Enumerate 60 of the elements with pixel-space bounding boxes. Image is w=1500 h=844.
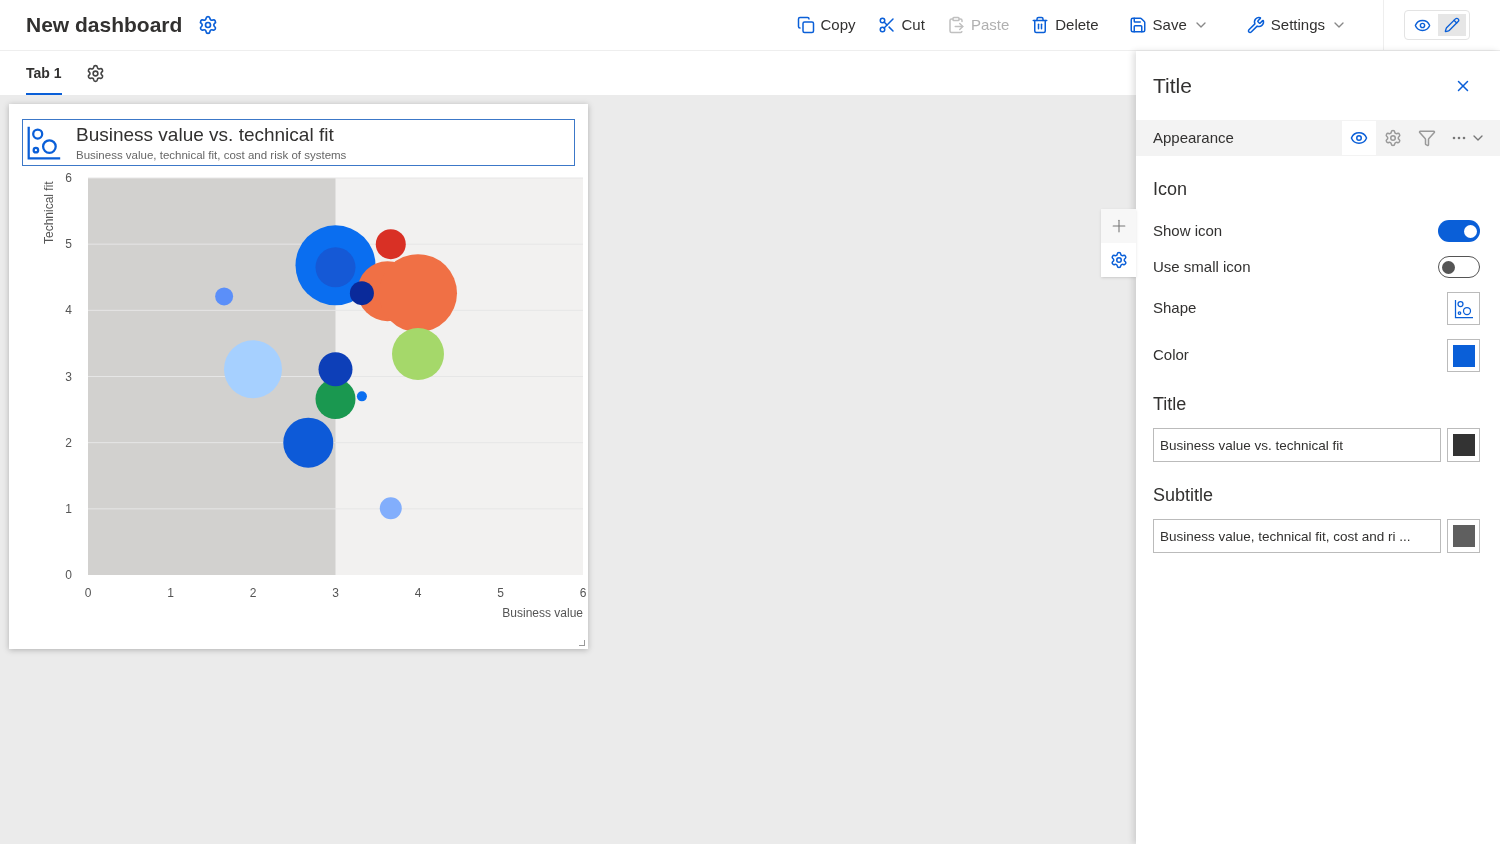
setting-label: Use small icon	[1153, 256, 1251, 277]
section-label: Appearance	[1153, 127, 1235, 148]
color-picker[interactable]	[1447, 428, 1480, 462]
x-tick-label: 0	[84, 586, 92, 600]
x-tick-label: 4	[414, 586, 422, 600]
y-tick-label: 1	[65, 501, 72, 516]
toolbar-button[interactable]: Delete	[1027, 13, 1103, 37]
text-field[interactable]: Business value vs. technical fit	[1153, 428, 1441, 462]
x-tick-label: 2	[249, 586, 257, 600]
wrench-icon	[1246, 16, 1265, 34]
y-tick-label: 3	[65, 369, 72, 384]
x-tick-label: 3	[332, 586, 339, 600]
card-title: Business value vs. technical fit	[76, 122, 335, 147]
filter-icon	[1418, 129, 1436, 147]
bubble-chart-icon	[26, 124, 62, 161]
settings-icon	[198, 15, 219, 35]
card-subtitle: Business value, technical fit, cost and risk of systems	[76, 147, 347, 163]
settings-icon	[1109, 251, 1128, 269]
edit-mode-button[interactable]	[1438, 14, 1466, 36]
x-axis-title: Business value	[502, 606, 583, 620]
color-picker[interactable]	[1447, 519, 1480, 553]
pencil-icon	[1444, 17, 1460, 33]
toolbar-button[interactable]: Save	[1124, 13, 1213, 37]
y-axis-title: Technical fit	[42, 181, 56, 244]
y-tick-label: 6	[65, 171, 72, 185]
toggle-switch[interactable]	[1438, 220, 1480, 242]
y-tick-label: 0	[65, 568, 72, 582]
text-field[interactable]: Business value, technical fit, cost and ri ...	[1153, 519, 1441, 553]
more-icon	[1452, 136, 1466, 140]
toolbar-button[interactable]: Settings	[1242, 13, 1351, 37]
x-tick-label: 5	[497, 586, 504, 600]
clipboard-icon	[946, 16, 965, 34]
group-heading: Title	[1153, 393, 1188, 416]
settings-icon	[1384, 129, 1402, 147]
y-tick-label: 2	[65, 435, 72, 450]
resize-handle[interactable]	[579, 640, 585, 646]
setting-label: Shape	[1153, 298, 1197, 319]
group-heading: Subtitle	[1153, 484, 1215, 507]
settings-icon	[85, 64, 105, 83]
dashboard-title: New dashboard	[26, 12, 183, 39]
eye-icon	[1350, 129, 1368, 147]
shape-picker[interactable]	[1447, 292, 1480, 325]
panel-title: Title	[1153, 72, 1192, 99]
toolbar-button[interactable]: Copy	[792, 13, 860, 37]
settings-button[interactable]	[198, 15, 219, 35]
copy-icon	[796, 16, 815, 34]
y-tick-label: 4	[65, 303, 72, 318]
setting-label: Color	[1153, 345, 1189, 366]
toolbar-button[interactable]: Cut	[873, 13, 929, 37]
bubble-chart-icon	[1453, 298, 1474, 319]
tab[interactable]: Tab 1	[26, 63, 62, 95]
setting-label: Show icon	[1153, 220, 1223, 241]
scissors-icon	[877, 16, 896, 34]
trash-icon	[1031, 16, 1050, 34]
eye-tab[interactable]	[1342, 121, 1376, 155]
x-tick-label: 6	[579, 586, 587, 600]
y-tick-label: 5	[65, 237, 72, 252]
toggle-switch[interactable]	[1438, 256, 1480, 278]
group-heading: Icon	[1153, 178, 1189, 201]
x-tick-label: 1	[167, 586, 174, 600]
